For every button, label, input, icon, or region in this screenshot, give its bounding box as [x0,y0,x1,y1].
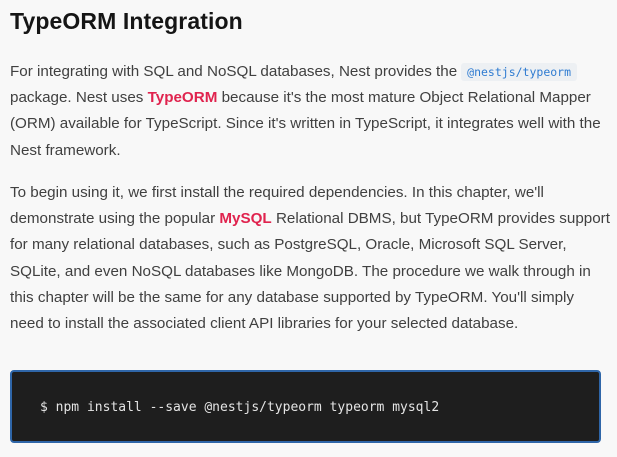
code-block[interactable]: $ npm install --save @nestjs/typeorm typ… [10,370,601,443]
intro-paragraph: For integrating with SQL and NoSQL datab… [10,59,610,164]
typeorm-link[interactable]: TypeORM [148,89,218,106]
deps-text-2: Relational DBMS, but TypeORM provides su… [10,210,610,333]
dependencies-paragraph: To begin using it, we first install the … [10,180,610,337]
section-heading: TypeORM Integration [10,8,243,34]
inline-code-package: @nestjs/typeorm [461,63,578,81]
install-command[interactable]: $ npm install --save @nestjs/typeorm typ… [40,400,439,415]
page: TypeORM Integration For integrating with… [0,0,617,457]
intro-text-2: package. Nest uses [10,89,148,107]
intro-text-1: For integrating with SQL and NoSQL datab… [10,63,458,80]
mysql-link[interactable]: MySQL [219,210,271,227]
